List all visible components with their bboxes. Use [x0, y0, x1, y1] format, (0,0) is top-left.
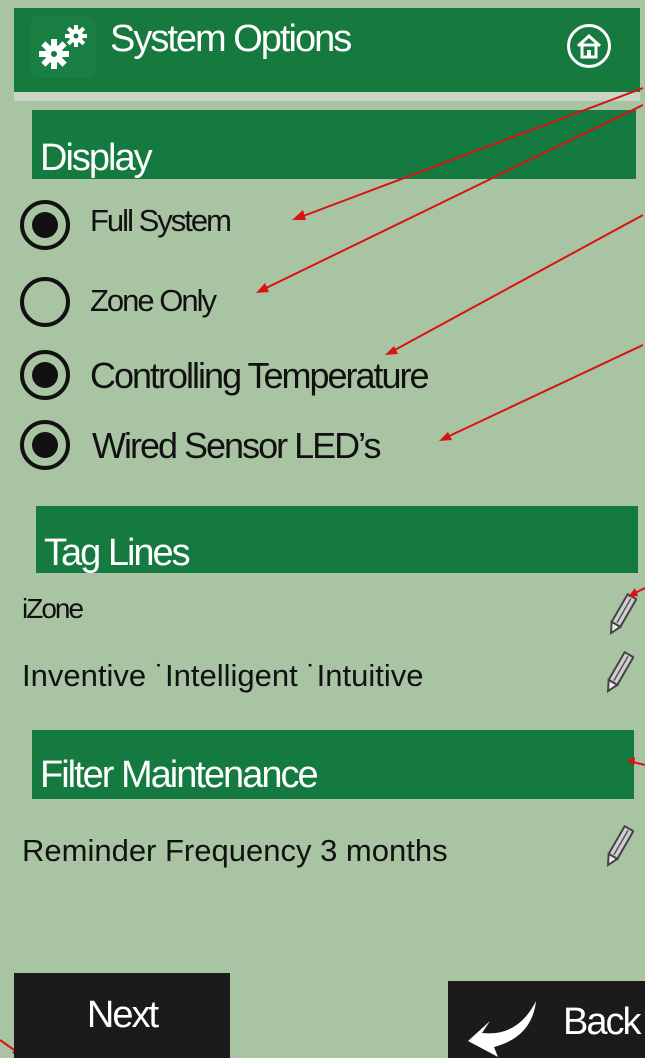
return-arrow-icon: [468, 1001, 536, 1057]
option-label-controlling-temperature[interactable]: Controlling Temperature: [90, 355, 430, 397]
annotation-arrowhead: [256, 283, 269, 293]
section-filter-maintenance-heading: Filter Maintenance: [32, 730, 634, 799]
annotation-arrow: [390, 214, 644, 353]
annotation-arrowhead: [292, 210, 306, 220]
pencil-icon[interactable]: [607, 590, 637, 638]
annotation-arrow: [632, 761, 645, 766]
option-label-wired-sensor-leds[interactable]: Wired Sensor LED’s: [92, 425, 381, 467]
home-button[interactable]: [567, 24, 611, 68]
tag-line-2: Inventive ˙Intelligent ˙Intuitive: [22, 658, 424, 693]
pencil-icon[interactable]: [604, 822, 634, 870]
radio-wired-sensor-leds[interactable]: [20, 420, 70, 470]
radio-zone-only[interactable]: [20, 277, 70, 327]
section-display-heading: Display: [32, 110, 636, 179]
home-icon: [576, 33, 602, 59]
radio-controlling-temperature[interactable]: [20, 350, 70, 400]
gear-icon: [30, 16, 96, 78]
annotation-arrow: [444, 344, 644, 439]
annotation-arrowhead: [439, 432, 452, 441]
next-button[interactable]: Next: [14, 973, 230, 1058]
option-label-full-system[interactable]: Full System: [90, 203, 232, 239]
page-title: System Options: [110, 18, 352, 60]
tag-line-1: iZone: [22, 593, 84, 624]
back-button[interactable]: Back: [448, 981, 645, 1058]
annotation-arrowhead: [385, 346, 398, 355]
section-tag-lines-heading: Tag Lines: [36, 506, 638, 574]
pencil-icon[interactable]: [604, 648, 634, 696]
header-divider: [14, 92, 640, 101]
back-label: Back: [563, 1001, 641, 1043]
radio-full-system[interactable]: [20, 200, 70, 250]
reminder-frequency-text: Reminder Frequency 3 months: [22, 833, 448, 868]
option-label-zone-only[interactable]: Zone Only: [90, 283, 217, 319]
